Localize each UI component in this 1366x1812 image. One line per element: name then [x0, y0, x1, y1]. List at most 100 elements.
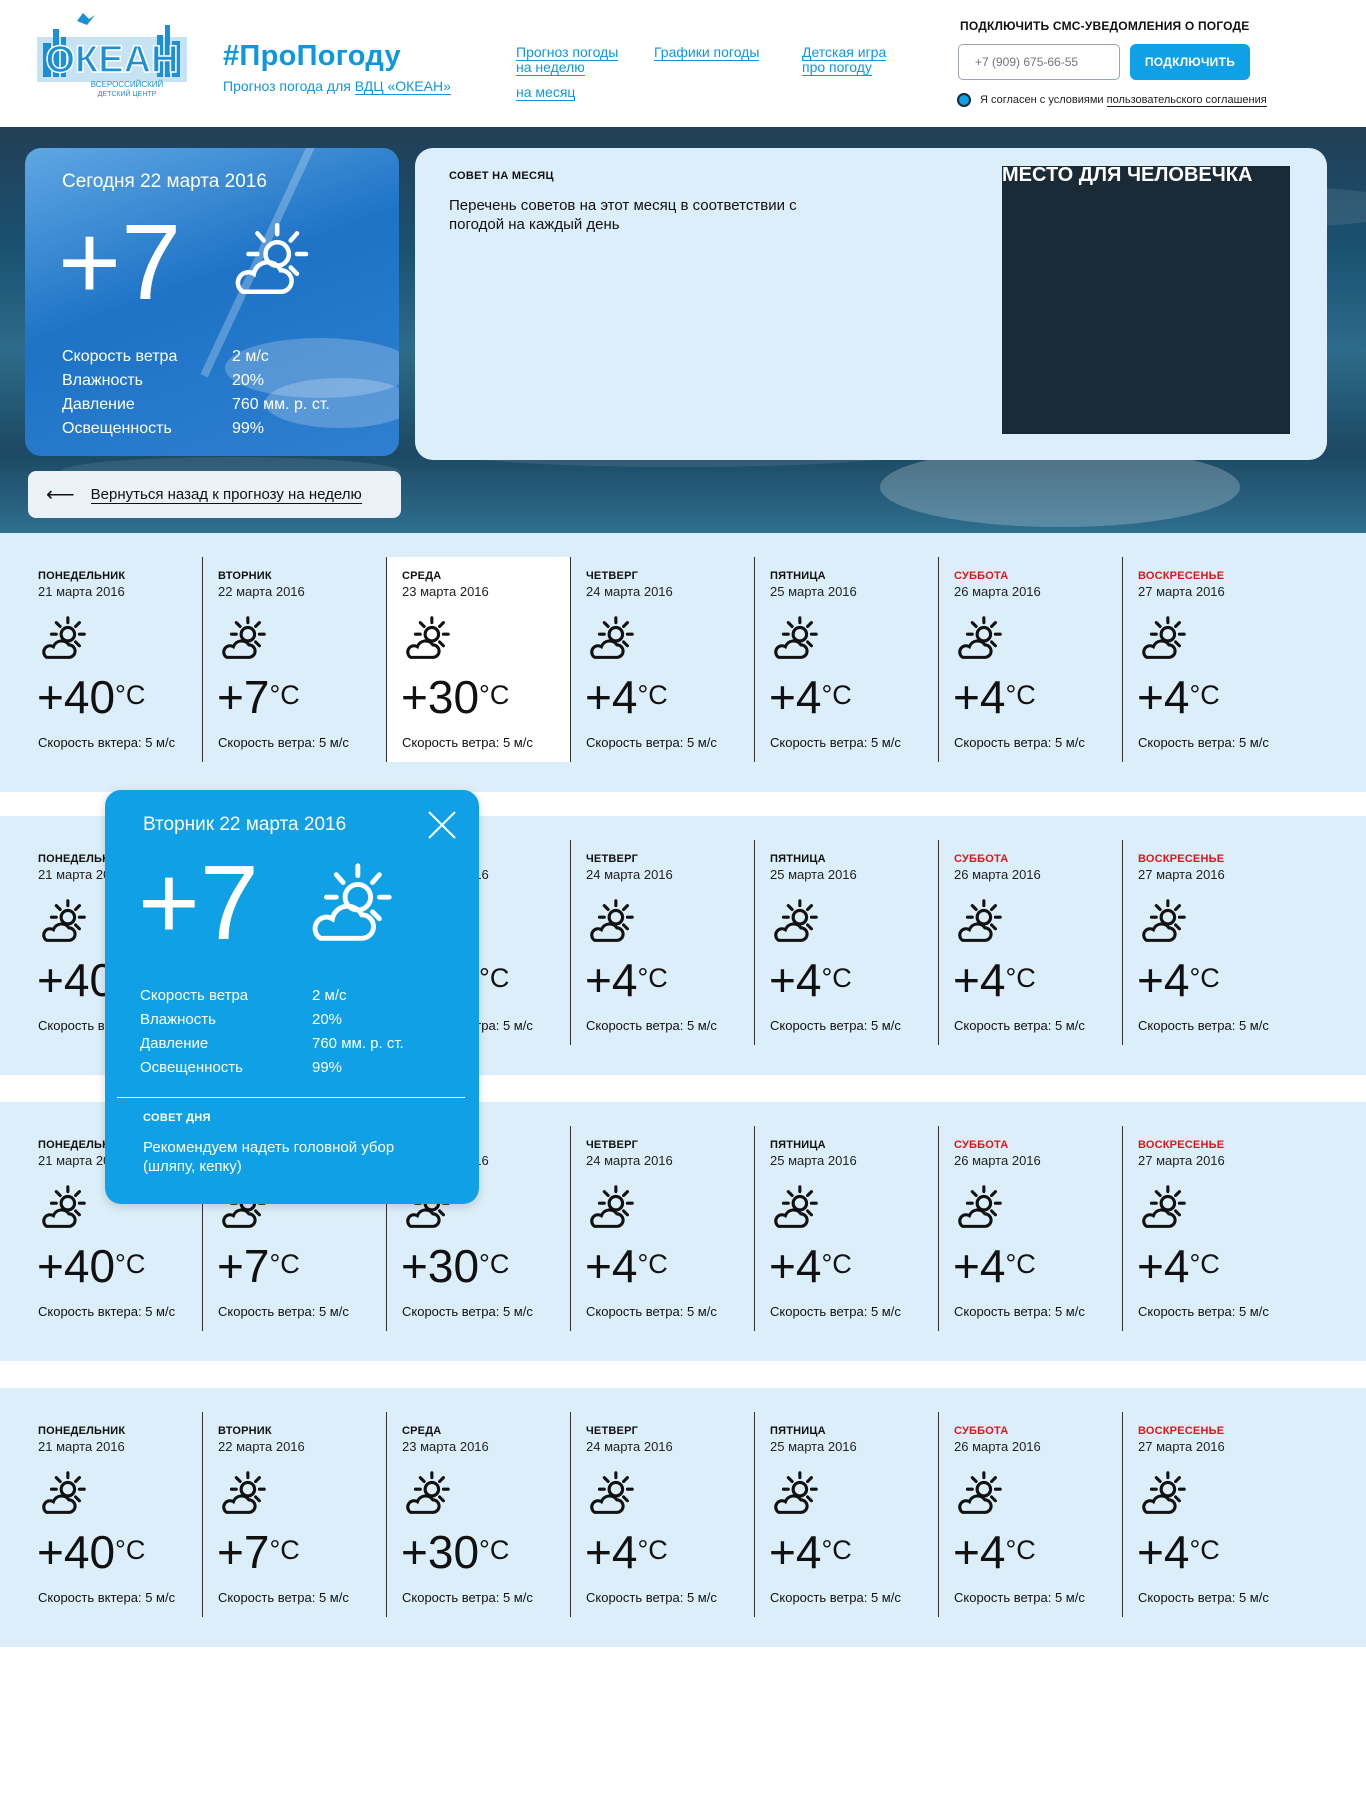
day-card[interactable]: СУББОТА 26 марта 2016 +4°C Скорость ветра: …: [938, 1126, 1122, 1331]
temp-unit: °C: [821, 1249, 852, 1279]
month-advice-card: СОВЕТ НА МЕСЯЦ Перечень советов на этот …: [415, 148, 1327, 460]
day-temp-value: +7: [217, 1526, 270, 1578]
phone-input[interactable]: [958, 44, 1120, 80]
day-temp: +7°C: [217, 672, 300, 722]
day-card[interactable]: ПЯТНИЦА 25 марта 2016 +4°C Скорость ветра: …: [754, 1412, 938, 1617]
day-temp: +4°C: [953, 955, 1036, 1005]
temp-unit: °C: [821, 963, 852, 993]
day-detail-popup: Вторник 22 марта 2016 +7 Скорость ветра 2…: [105, 790, 479, 1204]
day-date: 24 марта 2016: [586, 867, 673, 882]
day-card[interactable]: СРЕДА 23 марта 2016 +30°C Скорость ветра: 5…: [386, 557, 570, 762]
day-card[interactable]: ПЯТНИЦА 25 марта 2016 +4°C Скорость ветра: …: [754, 1126, 938, 1331]
sun-cloud-icon: [37, 1468, 91, 1522]
day-wind: Скорость ветра: 5 м/с: [770, 1590, 901, 1605]
day-temp: +40°C: [37, 672, 145, 722]
today-card: Сегодня 22 марта 2016 +7 Скорость ветра 2…: [25, 148, 399, 456]
day-temp-value: +30: [401, 1526, 480, 1578]
nav-week[interactable]: Прогноз погоды на неделю: [516, 44, 619, 76]
day-card[interactable]: ВОСКРЕСЕНЬЕ 27 марта 2016 +4°C Скорость вет…: [1122, 1412, 1306, 1617]
sun-cloud-icon: [1137, 1468, 1191, 1522]
okean-link[interactable]: ВДЦ «ОКЕАН»: [354, 78, 451, 95]
sun-cloud-icon: [953, 1182, 1007, 1236]
day-card[interactable]: ЧЕТВЕРГ 24 марта 2016 +4°C Скорость ветра: …: [570, 1126, 754, 1331]
day-name: СУББОТА: [954, 570, 1009, 582]
agree-radio[interactable]: [957, 93, 971, 107]
day-card[interactable]: СУББОТА 26 марта 2016 +4°C Скорость ветра: …: [938, 840, 1122, 1045]
day-card[interactable]: ЧЕТВЕРГ 24 марта 2016 +4°C Скорость ветра: …: [570, 557, 754, 762]
today-stat-row: Влажность 20%: [62, 369, 330, 393]
sun-cloud-icon: [1137, 613, 1191, 667]
day-temp: +4°C: [1137, 672, 1220, 722]
temp-unit: °C: [115, 1249, 146, 1279]
stat-value: 99%: [232, 420, 265, 437]
sun-cloud-icon: [301, 858, 399, 956]
nav-charts[interactable]: Графики погоды: [654, 44, 760, 61]
day-temp-value: +4: [585, 671, 638, 723]
day-card[interactable]: ВТОРНИК 22 марта 2016 +7°C Скорость ветра: …: [202, 557, 386, 762]
day-card[interactable]: ПЯТНИЦА 25 марта 2016 +4°C Скорость ветра: …: [754, 557, 938, 762]
day-temp: +4°C: [769, 955, 852, 1005]
day-date: 21 марта 2016: [38, 1439, 125, 1454]
temp-unit: °C: [637, 680, 668, 710]
day-card[interactable]: ПЯТНИЦА 25 марта 2016 +4°C Скорость ветра: …: [754, 840, 938, 1045]
okean-logo[interactable]: ОКЕАН ВСЕРОССИЙСКИЙ ДЕТСКИЙ ЦЕНТР: [37, 7, 187, 102]
nav-game[interactable]: Детская игра про погоду: [802, 44, 887, 76]
back-to-week-button[interactable]: ⟵ Вернуться назад к прогнозу на неделю: [28, 471, 401, 518]
sun-cloud-icon: [217, 613, 271, 667]
day-card[interactable]: ВОСКРЕСЕНЬЕ 27 марта 2016 +4°C Скорость вет…: [1122, 1126, 1306, 1331]
day-name: СУББОТА: [954, 1139, 1009, 1151]
sun-cloud-icon: [401, 613, 455, 667]
sun-cloud-icon: [585, 1182, 639, 1236]
sun-cloud-icon: [225, 218, 315, 308]
day-card[interactable]: ВОСКРЕСЕНЬЕ 27 марта 2016 +4°C Скорость вет…: [1122, 557, 1306, 762]
stat-value: 20%: [312, 1011, 343, 1028]
agreement-link[interactable]: пользовательского соглашения: [1106, 94, 1267, 107]
advice-body: Перечень советов на этот месяц в соответ…: [449, 197, 797, 233]
day-temp: +40°C: [37, 1241, 145, 1291]
temp-unit: °C: [1189, 1249, 1220, 1279]
popup-divider: [117, 1097, 465, 1098]
day-temp-value: +40: [37, 1240, 116, 1292]
subscribe-button[interactable]: ПОДКЛЮЧИТЬ: [1130, 44, 1250, 80]
day-temp-value: +40: [37, 671, 116, 723]
nav-week-line2[interactable]: на неделю: [516, 59, 585, 76]
agreement[interactable]: Я согласен с условиями пользовательского…: [957, 93, 1267, 107]
temp-unit: °C: [637, 1535, 668, 1565]
back-label[interactable]: Вернуться назад к прогнозу на неделю: [90, 486, 362, 504]
nav-month-label[interactable]: на месяц: [516, 84, 576, 101]
temp-unit: °C: [1005, 963, 1036, 993]
day-card[interactable]: ЧЕТВЕРГ 24 марта 2016 +4°C Скорость ветра: …: [570, 840, 754, 1045]
day-temp-value: +7: [217, 1240, 270, 1292]
today-stats: Скорость ветра 2 м/с Влажность 20% Давлени…: [62, 345, 330, 441]
day-card[interactable]: ВТОРНИК 22 марта 2016 +7°C Скорость ветра: …: [202, 1412, 386, 1617]
day-wind: Скорость ветра: 5 м/с: [402, 1590, 533, 1605]
temp-unit: °C: [479, 680, 510, 710]
day-card[interactable]: СРЕДА 23 марта 2016 +30°C Скорость ветра: 5…: [386, 1412, 570, 1617]
day-name: ВТОРНИК: [218, 1425, 272, 1437]
day-temp-value: +30: [401, 1240, 480, 1292]
nav-month[interactable]: на месяц: [516, 84, 576, 101]
day-wind: Скорость ветра: 5 м/с: [1138, 735, 1269, 750]
temp-unit: °C: [479, 1249, 510, 1279]
day-temp-value: +4: [769, 671, 822, 723]
nav-charts-label[interactable]: Графики погоды: [654, 44, 760, 61]
day-temp-value: +4: [769, 954, 822, 1006]
nav-game-line2[interactable]: про погоду: [802, 59, 872, 76]
day-card[interactable]: СУББОТА 26 марта 2016 +4°C Скорость ветра: …: [938, 1412, 1122, 1617]
day-card[interactable]: ВОСКРЕСЕНЬЕ 27 марта 2016 +4°C Скорость вет…: [1122, 840, 1306, 1045]
day-card[interactable]: ЧЕТВЕРГ 24 марта 2016 +4°C Скорость ветра: …: [570, 1412, 754, 1617]
temp-unit: °C: [1005, 1535, 1036, 1565]
sun-cloud-icon: [37, 613, 91, 667]
day-card[interactable]: ПОНЕДЕЛЬНИК 21 марта 2016 +40°C Скорость вк…: [23, 557, 207, 762]
close-icon[interactable]: [427, 810, 457, 840]
day-temp: +4°C: [953, 672, 1036, 722]
day-temp: +7°C: [217, 1241, 300, 1291]
day-temp-value: +7: [217, 671, 270, 723]
day-wind: Скорость ветра: 5 м/с: [586, 735, 717, 750]
day-temp: +7°C: [217, 1527, 300, 1577]
day-wind: Скорость ветра: 5 м/с: [954, 735, 1085, 750]
day-card[interactable]: СУББОТА 26 марта 2016 +4°C Скорость ветра: …: [938, 557, 1122, 762]
day-name: ПЯТНИЦА: [770, 853, 826, 865]
day-card[interactable]: ПОНЕДЕЛЬНИК 21 марта 2016 +40°C Скорость вк…: [23, 1412, 207, 1617]
day-name: ВТОРНИК: [218, 570, 272, 582]
